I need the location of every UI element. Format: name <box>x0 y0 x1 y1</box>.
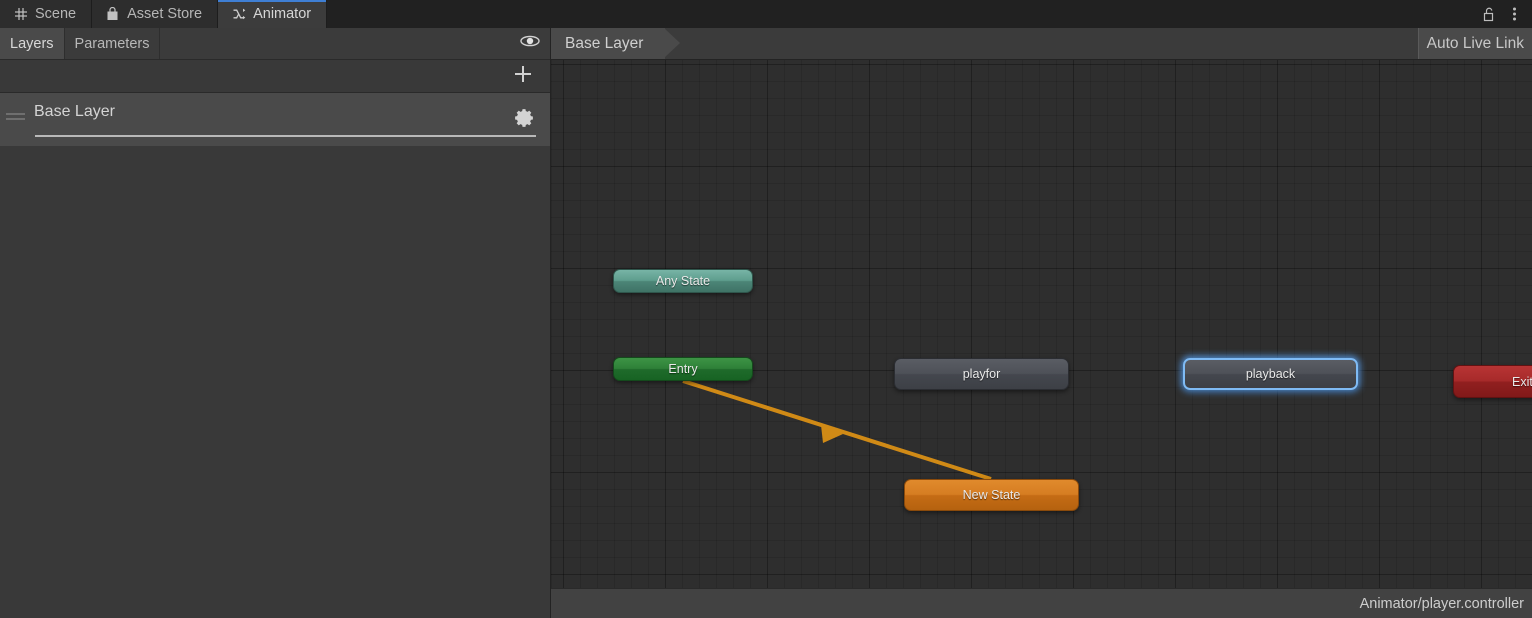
state-node-exit-label: Exit <box>1512 374 1532 389</box>
drag-handle-icon[interactable] <box>6 113 26 120</box>
subtab-parameters[interactable]: Parameters <box>65 28 161 59</box>
transition-arrowhead <box>821 425 843 443</box>
left-panel-subtab-bar: Layers Parameters <box>0 28 550 60</box>
tab-asset-store-label: Asset Store <box>127 6 203 22</box>
state-node-exit[interactable]: Exit <box>1453 365 1532 398</box>
state-node-any-state[interactable]: Any State <box>613 269 753 293</box>
auto-live-link-button[interactable]: Auto Live Link <box>1417 28 1532 59</box>
tab-scene[interactable]: Scene <box>0 0 93 28</box>
window-tab-bar-actions <box>1480 0 1532 28</box>
state-node-new-state[interactable]: New State <box>904 479 1079 511</box>
state-machine-canvas[interactable]: Any State Entry playfor playback Exit Ne… <box>551 60 1532 616</box>
kebab-menu-icon[interactable] <box>1506 5 1522 23</box>
breadcrumb-base-layer[interactable]: Base Layer <box>551 28 681 59</box>
controller-path-label: Animator/player.controller <box>1359 595 1524 612</box>
transition-layer <box>682 379 992 481</box>
grid-icon <box>13 7 28 22</box>
window-tab-bar: Scene Asset Store Animator <box>0 0 1532 28</box>
subtab-layers-label: Layers <box>10 35 54 52</box>
graph-status-bar: Animator/player.controller <box>551 588 1532 618</box>
breadcrumb-bar: Base Layer Auto Live Link <box>551 28 1532 60</box>
state-node-playback-label: playback <box>1245 367 1296 381</box>
subtab-bar-filler <box>160 28 510 59</box>
state-node-new-state-label: New State <box>962 488 1021 502</box>
subtab-layers[interactable]: Layers <box>0 28 65 59</box>
tab-bar-spacer <box>327 0 1480 28</box>
layer-visibility-toggle[interactable] <box>510 28 550 59</box>
tab-animator[interactable]: Animator <box>218 0 328 28</box>
transition-entry-to-new-state <box>682 379 992 481</box>
gear-icon[interactable] <box>514 107 536 129</box>
tab-scene-label: Scene <box>35 6 77 22</box>
store-bag-icon <box>105 7 120 22</box>
subtab-parameters-label: Parameters <box>74 35 150 52</box>
state-node-playfor-label: playfor <box>962 367 1001 381</box>
state-node-playback[interactable]: playback <box>1183 358 1358 390</box>
animator-graph-area: Base Layer Auto Live Link Any State Entr… <box>551 28 1532 618</box>
layer-weight-bar <box>35 135 536 137</box>
add-layer-row <box>0 60 550 93</box>
state-node-playfor[interactable]: playfor <box>894 358 1069 390</box>
tab-asset-store[interactable]: Asset Store <box>92 0 219 28</box>
left-panel-empty-area <box>0 146 550 618</box>
animator-window: Scene Asset Store Animator Layers Parame… <box>0 0 1532 618</box>
animator-left-panel: Layers Parameters Base Layer <box>0 28 551 618</box>
tab-animator-label: Animator <box>253 6 312 22</box>
animator-arrow-icon <box>231 7 246 22</box>
auto-live-link-label: Auto Live Link <box>1426 34 1524 52</box>
eye-icon <box>519 34 541 53</box>
state-node-entry[interactable]: Entry <box>613 357 753 381</box>
plus-icon[interactable] <box>512 63 534 90</box>
layer-name-label: Base Layer <box>34 103 115 120</box>
unlocked-padlock-icon[interactable] <box>1480 5 1496 23</box>
state-node-entry-label: Entry <box>668 362 698 376</box>
breadcrumb-base-layer-label: Base Layer <box>565 34 644 52</box>
state-node-any-state-label: Any State <box>655 274 711 288</box>
layer-row-base-layer[interactable]: Base Layer <box>0 93 550 148</box>
